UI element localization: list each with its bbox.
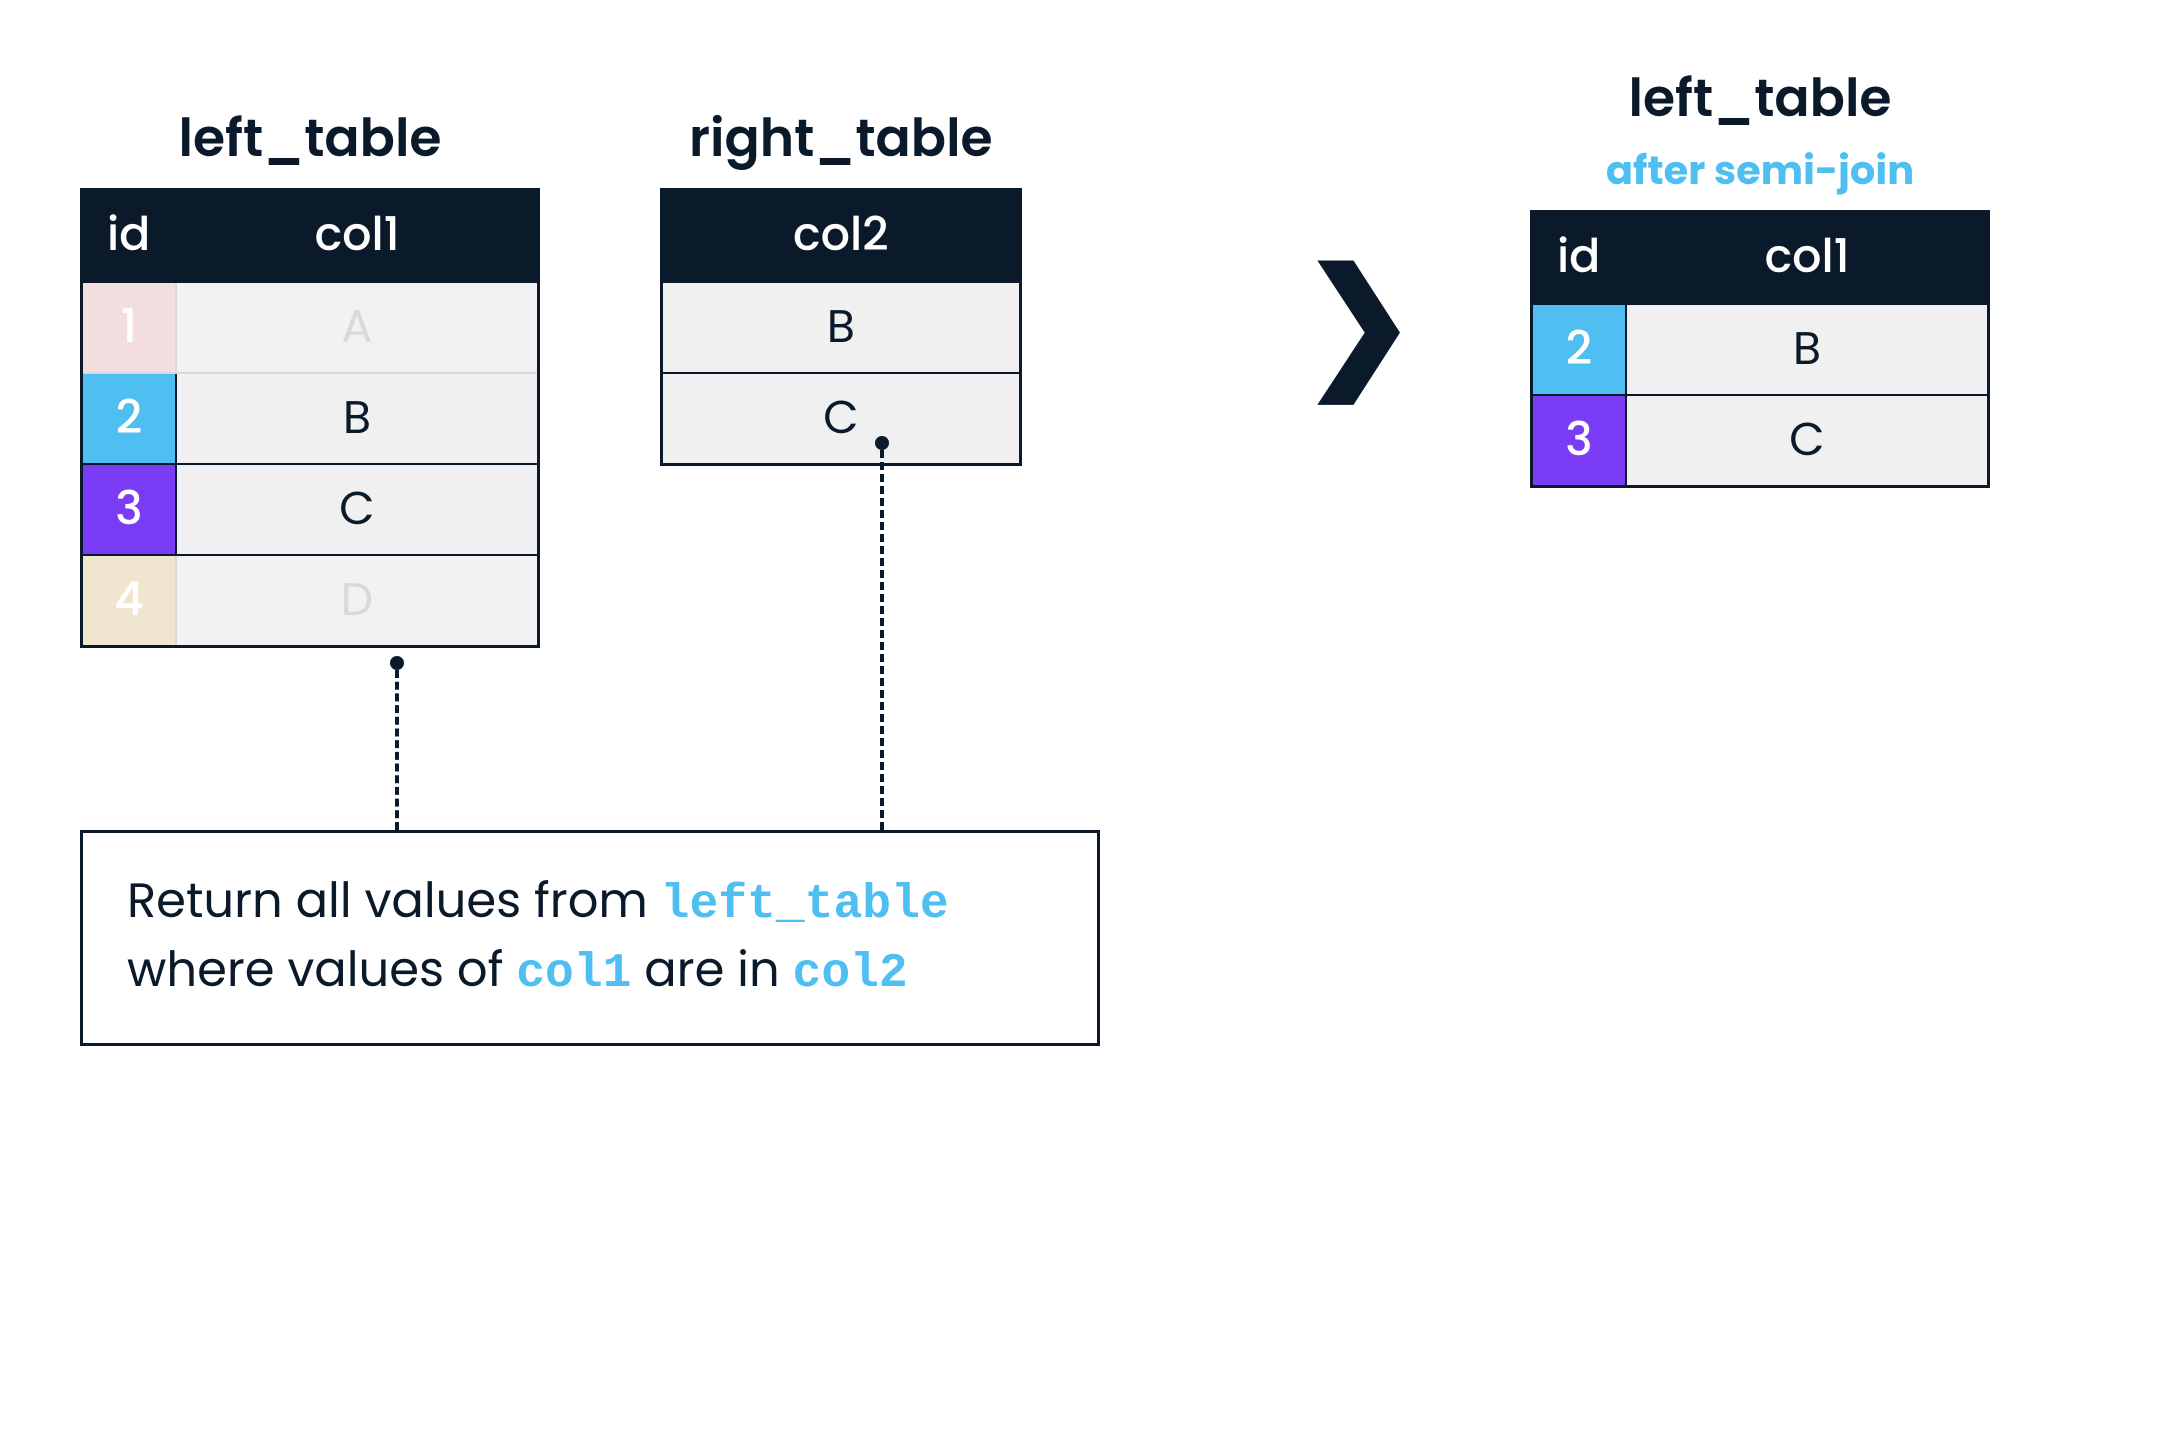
table-row: 4D <box>82 555 539 647</box>
right-table: right_table col2 B C <box>660 100 1022 466</box>
result-table-subtitle: after semi-join <box>1530 140 1990 200</box>
left-header-col1: col1 <box>176 190 539 282</box>
table-row: 2B <box>82 373 539 464</box>
table-row: B <box>662 282 1021 374</box>
left-header-id: id <box>82 190 176 282</box>
result-table: left_table after semi-join id col1 2B 3C <box>1530 60 1990 488</box>
explanation-box: Return all values from left_table where … <box>80 830 1100 1046</box>
callout-dot-icon <box>390 656 404 670</box>
left-table-title: left_table <box>80 100 540 188</box>
explain-text: where values of <box>127 936 516 1003</box>
explain-keyword: left_table <box>661 878 949 932</box>
callout-connector-line <box>880 450 884 830</box>
result-header-id: id <box>1532 212 1626 304</box>
diagram-stage: left_table id col1 1A 2B 3C 4D right_tab… <box>80 60 2098 1384</box>
table-row: C <box>662 373 1021 465</box>
left-table: left_table id col1 1A 2B 3C 4D <box>80 100 540 648</box>
callout-connector-line <box>395 670 399 830</box>
explain-keyword: col1 <box>516 947 631 1001</box>
result-table-title: left_table after semi-join <box>1530 60 1990 210</box>
explain-keyword: col2 <box>793 947 908 1001</box>
table-row: 3C <box>82 464 539 555</box>
result-header-col1: col1 <box>1626 212 1989 304</box>
table-row: 2B <box>1532 304 1989 396</box>
table-row: 1A <box>82 282 539 374</box>
chevron-right-icon: ❯ <box>1300 250 1417 390</box>
explain-text: Return all values from <box>127 867 661 934</box>
table-row: 3C <box>1532 395 1989 487</box>
callout-dot-icon <box>875 436 889 450</box>
right-table-title: right_table <box>660 100 1022 188</box>
explain-text: are in <box>644 936 792 1003</box>
right-header-col2: col2 <box>662 190 1021 282</box>
